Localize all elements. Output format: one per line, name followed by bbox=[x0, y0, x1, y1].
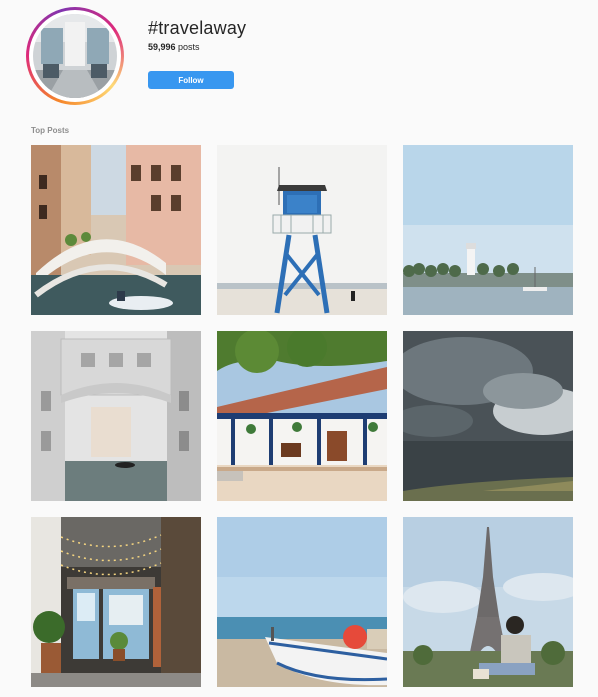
post-count-number: 59,996 bbox=[148, 42, 176, 52]
profile-avatar-ring[interactable] bbox=[26, 7, 124, 105]
post-tile-hacienda-porch[interactable] bbox=[217, 331, 387, 501]
post-image bbox=[403, 145, 573, 315]
follow-button[interactable]: Follow bbox=[148, 71, 234, 89]
post-tile-harbor-lighthouse[interactable] bbox=[403, 145, 573, 315]
post-image bbox=[403, 517, 573, 687]
post-image bbox=[31, 331, 201, 501]
post-tile-courtyard-string-lights[interactable] bbox=[31, 517, 201, 687]
post-tile-bridge-of-sighs[interactable] bbox=[31, 331, 201, 501]
post-image bbox=[217, 331, 387, 501]
hashtag-title: #travelaway bbox=[148, 18, 247, 38]
post-image bbox=[403, 331, 573, 501]
avatar bbox=[33, 14, 117, 98]
post-image bbox=[217, 145, 387, 315]
post-tile-storm-clouds[interactable] bbox=[403, 331, 573, 501]
post-tile-venice-canal-bridge[interactable] bbox=[31, 145, 201, 315]
hashtag-header: #travelaway 59,996 posts Follow bbox=[0, 0, 598, 110]
post-count-suffix: posts bbox=[175, 42, 200, 52]
post-tile-beached-rowboat[interactable] bbox=[217, 517, 387, 687]
post-image bbox=[31, 145, 201, 315]
top-posts-heading: Top Posts bbox=[31, 126, 70, 135]
post-image bbox=[217, 517, 387, 687]
post-tile-lifeguard-tower[interactable] bbox=[217, 145, 387, 315]
post-count: 59,996 posts bbox=[148, 42, 200, 52]
post-tile-eiffel-tower-portrait[interactable] bbox=[403, 517, 573, 687]
post-image bbox=[31, 517, 201, 687]
